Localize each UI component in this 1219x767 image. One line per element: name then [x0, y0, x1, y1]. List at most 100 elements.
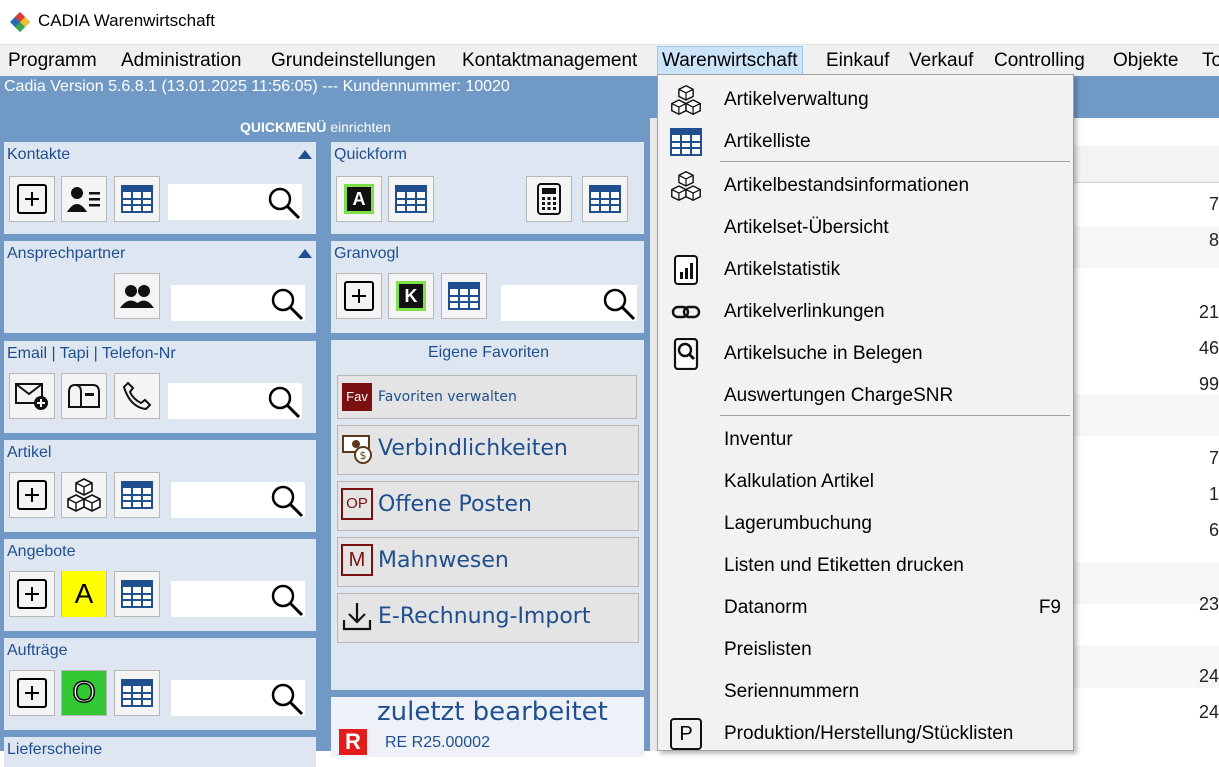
collapse-arrow-icon[interactable]	[298, 249, 312, 258]
add-order-button[interactable]	[9, 670, 55, 716]
recent-entry-link[interactable]: RE R25.00002	[385, 734, 490, 752]
collapse-arrow-icon[interactable]	[298, 150, 312, 159]
background-table: 7 8 21 46 99 7 1 6 23 24 24	[1073, 118, 1219, 751]
menu-item-inventur[interactable]: Inventur	[658, 418, 1073, 460]
article-list-button[interactable]	[114, 472, 160, 518]
menu-kontaktmanagement[interactable]: Kontaktmanagement	[458, 47, 641, 75]
menu-item-label: Artikelsuche in Belegen	[724, 343, 923, 364]
menu-item-lagerumbuchung[interactable]: Lagerumbuchung	[658, 502, 1073, 544]
menu-item-label: Listen und Etiketten drucken	[724, 555, 964, 576]
article-search-input[interactable]	[171, 482, 305, 518]
phone-button[interactable]	[114, 373, 160, 419]
menu-item-preislisten[interactable]: Preislisten	[658, 628, 1073, 670]
table-icon	[395, 185, 427, 213]
magnifier-icon[interactable]	[601, 286, 637, 322]
email-search-input[interactable]	[168, 383, 302, 419]
add-article-button[interactable]	[9, 472, 55, 518]
panel-auftraege: Aufträge O	[4, 638, 316, 730]
table-row	[1073, 226, 1219, 268]
people-icon	[120, 285, 154, 308]
granvogl-search-input[interactable]	[501, 285, 637, 321]
window-title: CADIA Warenwirtschaft	[38, 11, 215, 30]
menu-item-auswertungen-chargesnr[interactable]: Auswertungen ChargeSNR	[658, 374, 1073, 416]
calculator-button[interactable]	[526, 176, 572, 222]
manage-favorites-button[interactable]: Fav Favoriten verwalten	[337, 375, 637, 419]
menu-objekte[interactable]: Objekte	[1109, 47, 1182, 75]
contact-search-input[interactable]	[168, 184, 302, 220]
offer-button[interactable]: A	[61, 571, 107, 617]
menu-controlling[interactable]: Controlling	[990, 47, 1089, 75]
magnifier-icon[interactable]	[266, 384, 302, 420]
menu-item-seriennummern[interactable]: Seriennummern	[658, 670, 1073, 712]
magnifier-icon[interactable]	[266, 185, 302, 221]
quickform-table-button[interactable]	[582, 176, 628, 222]
add-offer-button[interactable]	[9, 571, 55, 617]
fav-verbindlichkeiten[interactable]: $ Verbindlichkeiten	[337, 425, 639, 475]
plus-icon	[17, 678, 47, 708]
order-search-input[interactable]	[171, 680, 305, 716]
menu-warenwirtschaft[interactable]: Warenwirtschaft	[657, 46, 803, 76]
magnifier-icon[interactable]	[269, 582, 305, 618]
table-cell: 46	[1198, 338, 1219, 358]
quickform-list-button[interactable]	[388, 176, 434, 222]
magnifier-icon[interactable]	[269, 286, 305, 322]
letter-k-icon: K	[396, 281, 426, 311]
app-logo-icon	[10, 12, 30, 32]
table-icon	[448, 282, 480, 310]
table-icon	[121, 481, 153, 509]
menu-item-label: Seriennummern	[724, 681, 860, 702]
fav-offene-posten[interactable]: OP Offene Posten	[337, 481, 639, 531]
contact-card-button[interactable]	[61, 176, 107, 222]
menu-more[interactable]: To	[1198, 47, 1219, 75]
article-management-button[interactable]	[61, 472, 107, 518]
panel-quickform: Quickform A	[331, 142, 644, 234]
plus-icon	[344, 281, 374, 311]
download-icon	[342, 603, 372, 631]
granvogl-k-button[interactable]: K	[388, 273, 434, 319]
menu-programm[interactable]: Programm	[4, 47, 101, 75]
menu-grundeinstellungen[interactable]: Grundeinstellungen	[267, 47, 440, 75]
menu-item-artikelstatistik[interactable]: Artikelstatistik	[658, 248, 1073, 290]
granvogl-list-button[interactable]	[441, 273, 487, 319]
menu-item-kalkulation-artikel[interactable]: Kalkulation Artikel	[658, 460, 1073, 502]
menu-administration[interactable]: Administration	[117, 47, 245, 75]
fav-mahnwesen[interactable]: M Mahnwesen	[337, 537, 639, 587]
contact-person-search-input[interactable]	[171, 285, 305, 321]
menu-item-label: Artikelverwaltung	[724, 89, 869, 110]
menu-item-datanorm[interactable]: Datanorm F9	[658, 586, 1073, 628]
quickform-a-button[interactable]: A	[336, 176, 382, 222]
add-contact-button[interactable]	[9, 176, 55, 222]
granvogl-add-button[interactable]	[336, 273, 382, 319]
menu-item-label: Lagerumbuchung	[724, 513, 872, 534]
contact-persons-button[interactable]	[114, 273, 160, 319]
order-list-button[interactable]	[114, 670, 160, 716]
menu-item-artikelset-uebersicht[interactable]: Artikelset-Übersicht	[658, 206, 1073, 248]
magnifier-icon[interactable]	[269, 681, 305, 717]
table-cell: 99	[1198, 374, 1219, 394]
panel-title: Artikel	[7, 444, 52, 461]
mailbox-button[interactable]	[61, 373, 107, 419]
fav-e-rechnung-import[interactable]: E-Rechnung-Import	[337, 593, 639, 643]
order-button[interactable]: O	[61, 670, 107, 716]
menu-item-produktion-herstellung-stuecklisten[interactable]: P Produktion/Herstellung/Stücklisten	[658, 712, 1073, 754]
menu-item-label: Auswertungen ChargeSNR	[724, 385, 954, 406]
menu-item-listen-und-etiketten-drucken[interactable]: Listen und Etiketten drucken	[658, 544, 1073, 586]
new-email-button[interactable]	[9, 373, 55, 419]
menu-item-artikelverwaltung[interactable]: Artikelverwaltung	[658, 78, 1073, 120]
cubes-icon	[67, 478, 101, 512]
panel-recent: zuletzt bearbeitet R RE R25.00002	[331, 697, 644, 757]
calculator-icon	[537, 183, 561, 215]
plus-icon	[17, 184, 47, 214]
mailbox-icon	[68, 384, 100, 408]
offer-list-button[interactable]	[114, 571, 160, 617]
contact-list-button[interactable]	[114, 176, 160, 222]
menu-item-artikelbestandsinformationen[interactable]: Artikelbestandsinformationen	[658, 164, 1073, 206]
menu-einkauf[interactable]: Einkauf	[822, 47, 893, 75]
magnifier-icon[interactable]	[269, 483, 305, 519]
menu-verkauf[interactable]: Verkauf	[905, 47, 977, 75]
quickmenu-setup-link[interactable]: QUICKMENÜ einrichten	[240, 119, 391, 135]
menu-item-artikelverlinkungen[interactable]: Artikelverlinkungen	[658, 290, 1073, 332]
menu-item-artikelsuche-in-belegen[interactable]: Artikelsuche in Belegen	[658, 332, 1073, 374]
offer-search-input[interactable]	[171, 581, 305, 617]
menu-item-artikelliste[interactable]: Artikelliste	[658, 120, 1073, 162]
